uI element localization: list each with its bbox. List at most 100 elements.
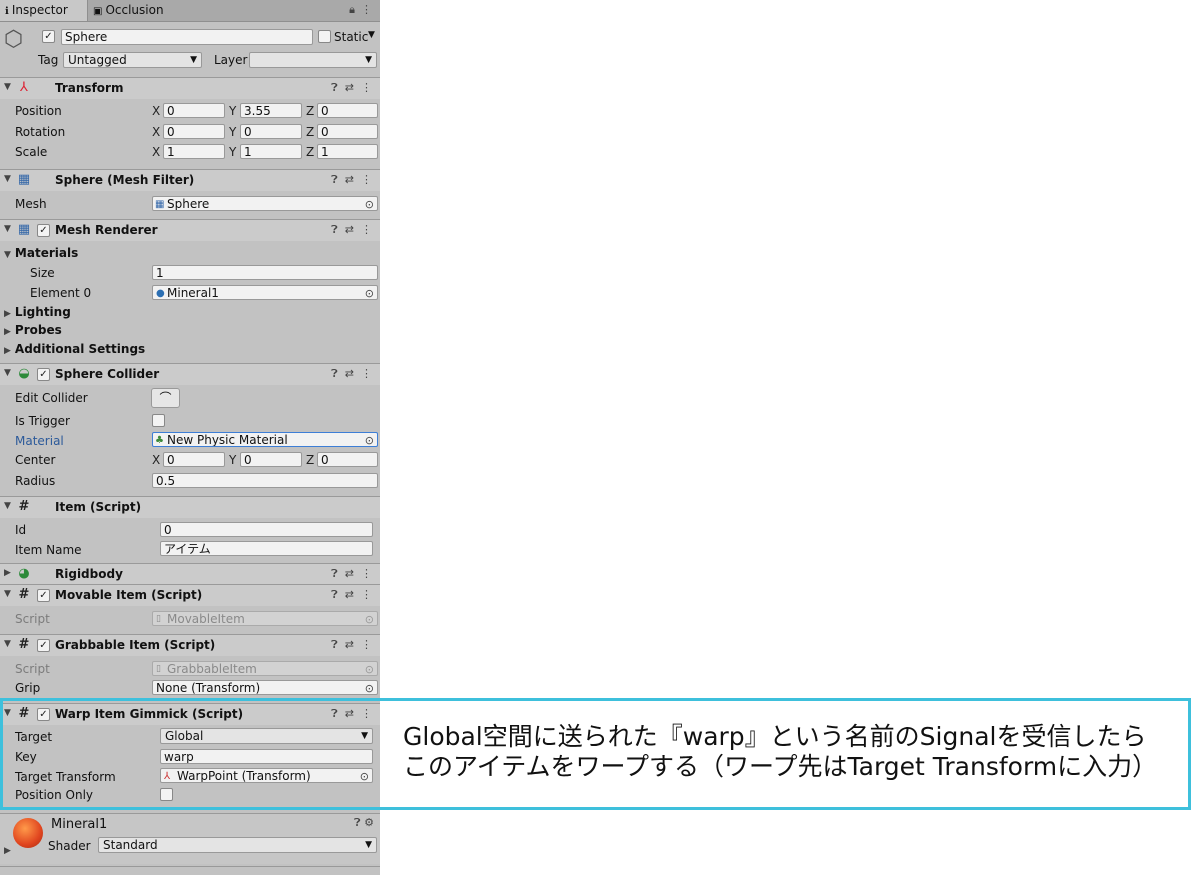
help-icon[interactable]: ❓︎ — [354, 816, 361, 829]
fold-arrow-icon[interactable]: ▶ — [4, 568, 11, 578]
shader-dropdown[interactable]: Standard ▼ — [98, 837, 377, 853]
scale-z-field[interactable]: 1 — [317, 144, 378, 159]
rotation-y-field[interactable]: 0 — [240, 124, 302, 139]
transform-header[interactable]: ▼ ⅄ Transform ❓︎ ⇄ ⋮ — [0, 77, 380, 99]
center-label: Center — [15, 453, 56, 467]
fold-arrow-icon[interactable]: ▼ — [4, 82, 11, 92]
item-name-field[interactable]: アイテム — [160, 541, 373, 556]
menu-icon[interactable]: ⋮ — [361, 638, 372, 651]
menu-icon[interactable]: ⋮ — [361, 223, 372, 236]
help-icon[interactable]: ❓︎ — [331, 81, 338, 94]
grabbable-item-enabled-checkbox[interactable]: ✓ — [37, 639, 50, 652]
tab-inspector[interactable]: ℹ Inspector — [0, 0, 88, 21]
fold-arrow-icon[interactable]: ▼ — [4, 174, 11, 184]
script-icon: # — [18, 637, 30, 652]
help-icon[interactable]: ❓︎ — [331, 567, 338, 580]
materials-size-field[interactable]: 1 — [152, 265, 378, 280]
material-sphere-thumbnail — [13, 818, 43, 848]
info-icon: ℹ — [5, 6, 9, 17]
movable-item-enabled-checkbox[interactable]: ✓ — [37, 589, 50, 602]
additional-settings-foldout[interactable]: ▶ Additional Settings — [4, 342, 145, 356]
movable-script-field: ▯ MovableItem ⊙ — [152, 611, 378, 626]
object-picker-icon[interactable]: ⊙ — [365, 433, 374, 446]
rigidbody-header[interactable]: ▶ ◕ Rigidbody ❓︎ ⇄ ⋮ — [0, 563, 380, 585]
id-field[interactable]: 0 — [160, 522, 373, 537]
element-0-object-field[interactable]: ● Mineral1 ⊙ — [152, 285, 378, 300]
layer-dropdown[interactable]: ▼ — [249, 52, 377, 68]
mesh-object-field[interactable]: ▦ Sphere ⊙ — [152, 196, 378, 211]
help-icon[interactable]: ❓︎ — [331, 223, 338, 236]
chevron-down-icon: ▼ — [190, 55, 197, 65]
menu-icon[interactable]: ⋮ — [361, 588, 372, 601]
mesh-renderer-header[interactable]: ▼ ▦ ✓ Mesh Renderer ❓︎ ⇄ ⋮ — [0, 219, 380, 241]
object-name-input[interactable]: Sphere — [61, 29, 313, 45]
edit-collider-label: Edit Collider — [15, 391, 88, 405]
center-z-field[interactable]: 0 — [317, 452, 378, 467]
is-trigger-checkbox[interactable] — [152, 414, 165, 427]
menu-icon[interactable]: ⋮ — [361, 173, 372, 186]
scale-y-field[interactable]: 1 — [240, 144, 302, 159]
position-z-field[interactable]: 0 — [317, 103, 378, 118]
fold-arrow-icon[interactable]: ▼ — [4, 589, 11, 599]
rotation-z-field[interactable]: 0 — [317, 124, 378, 139]
static-checkbox[interactable] — [318, 30, 331, 43]
grip-object-field[interactable]: None (Transform) ⊙ — [152, 680, 378, 695]
help-icon[interactable]: ❓︎ — [331, 173, 338, 186]
help-icon[interactable]: ❓︎ — [331, 588, 338, 601]
static-label: Static — [334, 30, 369, 44]
movable-item-header[interactable]: ▼ # ✓ Movable Item (Script) ❓︎ ⇄ ⋮ — [0, 584, 380, 606]
preset-icon[interactable]: ⇄ — [345, 588, 354, 601]
tab-occlusion[interactable]: ▣ Occlusion — [88, 0, 208, 21]
fold-arrow-icon[interactable]: ▼ — [4, 639, 11, 649]
mesh-filter-header[interactable]: ▼ ▦ Sphere (Mesh Filter) ❓︎ ⇄ ⋮ — [0, 169, 380, 191]
object-picker-icon[interactable]: ⊙ — [365, 681, 374, 694]
center-y-field[interactable]: 0 — [240, 452, 302, 467]
scale-x-field[interactable]: 1 — [163, 144, 225, 159]
rotation-x-field[interactable]: 0 — [163, 124, 225, 139]
chevron-down-icon: ▼ — [365, 840, 372, 850]
callout-line-2: このアイテムをワープする（ワープ先はTarget Transformに入力） — [403, 752, 1158, 781]
preset-icon[interactable]: ⇄ — [345, 223, 354, 236]
active-checkbox[interactable]: ✓ — [42, 30, 55, 43]
probes-foldout[interactable]: ▶ Probes — [4, 323, 62, 337]
edit-collider-button[interactable]: ⌒ — [151, 388, 180, 408]
radius-field[interactable]: 0.5 — [152, 473, 378, 488]
tag-dropdown[interactable]: Untagged ▼ — [63, 52, 202, 68]
mesh-renderer-enabled-checkbox[interactable]: ✓ — [37, 224, 50, 237]
callout-text: Global空間に送られた『warp』という名前のSignalを受信したら この… — [403, 722, 1163, 782]
object-picker-icon[interactable]: ⊙ — [365, 286, 374, 299]
fold-arrow-icon: ▶ — [4, 309, 11, 319]
lighting-foldout[interactable]: ▶ Lighting — [4, 305, 71, 319]
fold-arrow-icon[interactable]: ▼ — [4, 224, 11, 234]
preset-icon[interactable]: ⇄ — [345, 638, 354, 651]
position-y-field[interactable]: 3.55 — [240, 103, 302, 118]
script-file-icon: ▯ — [156, 664, 161, 674]
preset-icon[interactable]: ⇄ — [345, 173, 354, 186]
menu-icon[interactable]: ⋮ — [361, 3, 372, 16]
fold-arrow-icon[interactable]: ▼ — [4, 501, 11, 511]
object-picker-icon[interactable]: ⊙ — [365, 197, 374, 210]
sphere-collider-header[interactable]: ▼ ◒ ✓ Sphere Collider ❓︎ ⇄ ⋮ — [0, 363, 380, 385]
physic-material-object-field[interactable]: ♣ New Physic Material ⊙ — [152, 432, 378, 447]
settings-gear-icon[interactable]: ⚙ — [364, 816, 374, 829]
fold-arrow-icon[interactable]: ▼ — [4, 368, 11, 378]
preset-icon[interactable]: ⇄ — [345, 367, 354, 380]
grabbable-item-header[interactable]: ▼ # ✓ Grabbable Item (Script) ❓︎ ⇄ ⋮ — [0, 634, 380, 656]
preset-icon[interactable]: ⇄ — [345, 567, 354, 580]
fold-arrow-icon[interactable]: ▶ — [4, 846, 11, 856]
help-icon[interactable]: ❓︎ — [331, 638, 338, 651]
center-x-field[interactable]: 0 — [163, 452, 225, 467]
help-icon[interactable]: ❓︎ — [331, 367, 338, 380]
chevron-down-icon: ▼ — [365, 55, 372, 65]
lock-icon[interactable]: 🔒︎ — [349, 3, 355, 16]
menu-icon[interactable]: ⋮ — [361, 567, 372, 580]
position-x-field[interactable]: 0 — [163, 103, 225, 118]
preset-icon[interactable]: ⇄ — [345, 81, 354, 94]
static-dropdown-icon[interactable]: ▼ — [368, 30, 375, 40]
menu-icon[interactable]: ⋮ — [361, 367, 372, 380]
rigidbody-icon: ◕ — [18, 566, 30, 581]
materials-foldout[interactable]: ▼ Materials — [4, 246, 78, 260]
menu-icon[interactable]: ⋮ — [361, 81, 372, 94]
sphere-collider-enabled-checkbox[interactable]: ✓ — [37, 368, 50, 381]
item-script-header[interactable]: ▼ # Item (Script) — [0, 496, 380, 518]
